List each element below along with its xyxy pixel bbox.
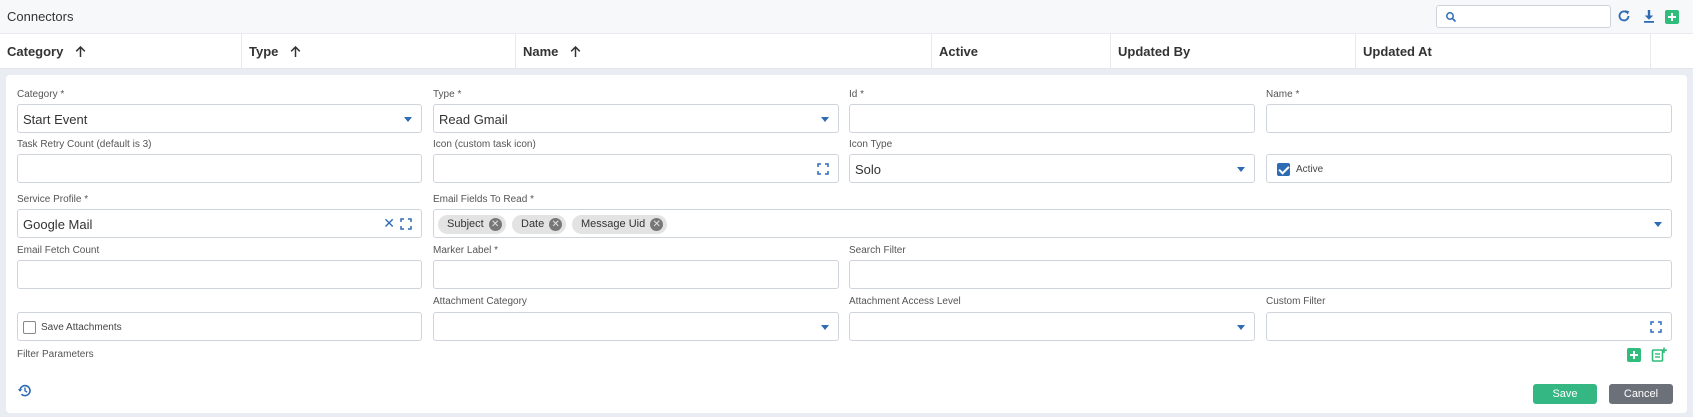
chevron-down-icon: [1654, 222, 1662, 227]
type-select[interactable]: Read Gmail: [433, 104, 839, 133]
column-label: Updated At: [1363, 44, 1432, 59]
email-fields-label: Email Fields To Read *: [433, 194, 534, 205]
page-title: Connectors: [7, 9, 74, 24]
id-label: Id *: [849, 89, 865, 100]
sort-arrow-up-icon: [570, 46, 581, 57]
service-profile-label: Service Profile *: [17, 194, 89, 205]
table-header: Category Type Name Active Updated By Upd…: [0, 34, 1693, 69]
expand-icon[interactable]: [400, 218, 412, 230]
column-header-updated-by[interactable]: Updated By: [1111, 34, 1356, 68]
toolbar: Connectors: [0, 0, 1693, 34]
search-filter-field[interactable]: [849, 260, 1672, 289]
column-label: Category: [7, 44, 64, 59]
clear-icon[interactable]: ✕: [383, 216, 395, 230]
download-icon[interactable]: [1641, 8, 1657, 24]
email-fields-multiselect[interactable]: Subject ✕ Date ✕ Message Uid ✕: [433, 209, 1672, 238]
add-parameter-icon[interactable]: [1627, 348, 1641, 362]
column-header-name[interactable]: Name: [516, 34, 932, 68]
search-input[interactable]: [1436, 5, 1611, 28]
save-attachments-field: Save Attachments: [17, 312, 422, 341]
save-button[interactable]: Save: [1533, 384, 1597, 404]
chevron-down-icon: [404, 117, 412, 122]
filter-parameters-label: Filter Parameters: [17, 349, 94, 360]
save-attachments-label: Save Attachments: [41, 322, 122, 333]
attachment-category-label: Attachment Category: [433, 296, 527, 307]
chevron-down-icon: [821, 117, 829, 122]
chip-remove-icon[interactable]: ✕: [488, 218, 502, 231]
chevron-down-icon: [1237, 167, 1245, 172]
active-checkbox[interactable]: [1277, 163, 1290, 176]
add-note-icon[interactable]: [1651, 347, 1667, 363]
name-label: Name *: [1266, 89, 1300, 100]
custom-filter-field[interactable]: [1266, 312, 1672, 341]
column-header-active[interactable]: Active: [932, 34, 1111, 68]
history-icon[interactable]: [17, 383, 32, 398]
id-field[interactable]: [849, 104, 1255, 133]
custom-filter-label: Custom Filter: [1266, 296, 1326, 307]
category-label: Category *: [17, 89, 65, 100]
type-label: Type *: [433, 89, 462, 100]
attachment-access-label: Attachment Access Level: [849, 296, 961, 307]
chip-subject: Subject ✕: [438, 215, 506, 234]
service-profile-value: Google Mail: [23, 217, 93, 232]
task-retry-field[interactable]: [17, 154, 422, 183]
service-profile-field[interactable]: Google Mail ✕: [17, 209, 422, 238]
chip-remove-icon[interactable]: ✕: [650, 218, 664, 231]
chip-message-uid: Message Uid ✕: [572, 215, 668, 234]
marker-label-label: Marker Label *: [433, 245, 499, 256]
icon-label: Icon (custom task icon): [433, 139, 536, 150]
icon-type-select[interactable]: Solo: [849, 154, 1255, 183]
column-label: Name: [523, 44, 559, 59]
active-label: Active: [1296, 164, 1324, 175]
type-value: Read Gmail: [439, 112, 508, 127]
icon-field[interactable]: [433, 154, 839, 183]
name-field[interactable]: [1266, 104, 1672, 133]
column-label: Updated By: [1118, 44, 1191, 59]
sort-arrow-up-icon: [290, 46, 301, 57]
category-select[interactable]: Start Event: [17, 104, 422, 133]
connector-form: Category * Start Event Type * Read Gmail…: [6, 75, 1687, 413]
column-label: Active: [939, 44, 979, 59]
add-icon[interactable]: [1665, 10, 1679, 24]
category-value: Start Event: [23, 112, 88, 127]
chip-date: Date ✕: [512, 215, 567, 234]
column-header-updated-at[interactable]: Updated At: [1356, 34, 1651, 68]
column-label: Type: [249, 44, 279, 59]
chip-label: Message Uid: [581, 218, 646, 230]
cancel-button[interactable]: Cancel: [1609, 384, 1673, 404]
attachment-category-select[interactable]: [433, 312, 839, 341]
icon-type-value: Solo: [855, 162, 882, 177]
chevron-down-icon: [821, 325, 829, 330]
icon-type-label: Icon Type: [849, 139, 893, 150]
save-attachments-checkbox[interactable]: [23, 321, 36, 334]
expand-icon[interactable]: [1650, 321, 1662, 333]
search-filter-label: Search Filter: [849, 245, 906, 256]
chevron-down-icon: [1237, 325, 1245, 330]
marker-label-field[interactable]: [433, 260, 839, 289]
refresh-icon[interactable]: [1616, 8, 1632, 24]
search-icon: [1446, 12, 1457, 23]
email-fetch-count-field[interactable]: [17, 260, 422, 289]
active-field: Active: [1266, 154, 1672, 183]
task-retry-label: Task Retry Count (default is 3): [17, 139, 152, 150]
expand-icon[interactable]: [817, 163, 829, 175]
column-header-type[interactable]: Type: [242, 34, 516, 68]
email-fetch-count-label: Email Fetch Count: [17, 245, 100, 256]
chip-remove-icon[interactable]: ✕: [549, 218, 563, 231]
sort-arrow-up-icon: [75, 46, 86, 57]
chip-label: Date: [521, 218, 545, 230]
chip-label: Subject: [447, 218, 484, 230]
attachment-access-select[interactable]: [849, 312, 1255, 341]
column-header-category[interactable]: Category: [0, 34, 242, 68]
